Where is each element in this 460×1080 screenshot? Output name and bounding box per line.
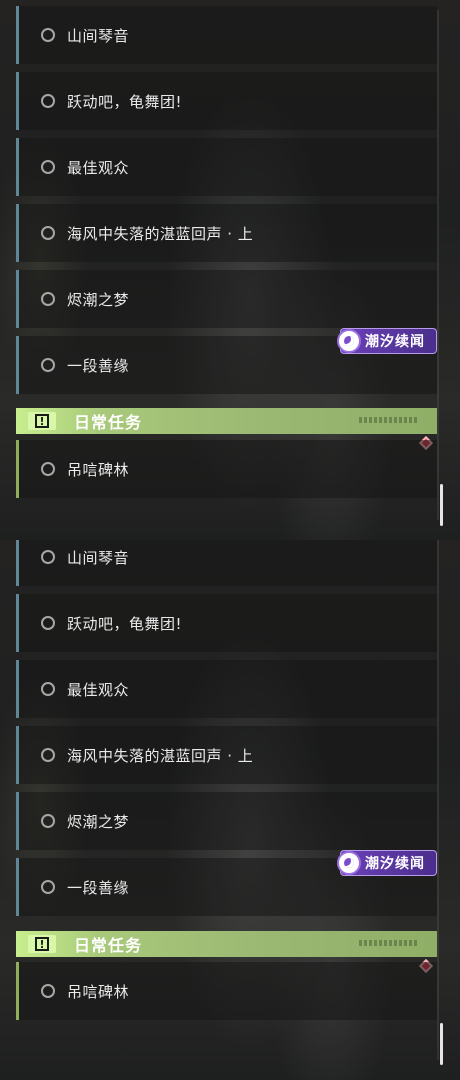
quest-label: 山间琴音 (67, 26, 130, 45)
event-badge-label: 潮汐续闻 (365, 856, 425, 872)
scrollbar-track[interactable] (437, 540, 439, 1060)
quest-item[interactable]: 山间琴音 (16, 6, 437, 64)
header-decoration (359, 417, 419, 423)
quest-item[interactable]: 跃动吧，龟舞团! (16, 594, 437, 652)
quest-status-icon (41, 616, 55, 630)
quest-label: 跃动吧，龟舞团! (67, 92, 183, 111)
section-title: 日常任务 (74, 936, 143, 955)
quest-status-icon (41, 160, 55, 174)
quest-label: 一段善缘 (67, 878, 130, 897)
daily-section-header: ! 日常任务 (16, 408, 437, 434)
quest-status-icon (41, 462, 55, 476)
quest-panel-bottom: 山间琴音 跃动吧，龟舞团! 最佳观众 海风中失落的湛蓝回声 · 上 烬潮之梦 一… (0, 540, 460, 1080)
event-badge-label: 潮汐续闻 (365, 334, 425, 350)
quest-status-icon (41, 358, 55, 372)
quest-status-icon (41, 682, 55, 696)
exclamation-icon: ! (28, 412, 56, 430)
section-title: 日常任务 (74, 413, 143, 432)
quest-item[interactable]: 最佳观众 (16, 138, 437, 196)
exclamation-icon: ! (28, 935, 56, 953)
scrollbar-thumb[interactable] (440, 1023, 443, 1065)
quest-status-icon (41, 292, 55, 306)
quest-item[interactable]: 烬潮之梦 (16, 792, 437, 850)
quest-label: 最佳观众 (67, 680, 130, 699)
quest-item[interactable]: 烬潮之梦 (16, 270, 437, 328)
quest-status-icon (41, 984, 55, 998)
quest-item[interactable]: 最佳观众 (16, 660, 437, 718)
quest-item[interactable]: 山间琴音 (16, 540, 437, 586)
quest-item[interactable]: 海风中失落的湛蓝回声 · 上 (16, 204, 437, 262)
daily-quest-item[interactable]: 吊唁碑林 (16, 962, 437, 1020)
quest-status-icon (41, 814, 55, 828)
quest-label: 一段善缘 (67, 356, 130, 375)
quest-status-icon (41, 880, 55, 894)
quest-label: 吊唁碑林 (67, 982, 130, 1001)
quest-status-icon (41, 94, 55, 108)
quest-item[interactable]: 跃动吧，龟舞团! (16, 72, 437, 130)
quest-status-icon (41, 748, 55, 762)
quest-panel-top: 山间琴音 跃动吧，龟舞团! 最佳观众 海风中失落的湛蓝回声 · 上 烬潮之梦 一… (0, 0, 460, 540)
scrollbar-thumb[interactable] (440, 484, 443, 526)
header-decoration (359, 940, 419, 946)
quest-status-icon (41, 28, 55, 42)
quest-label: 海风中失落的湛蓝回声 · 上 (67, 224, 254, 243)
tidal-logo-icon (337, 329, 361, 353)
quest-label: 烬潮之梦 (67, 812, 130, 831)
tidal-logo-icon (337, 851, 361, 875)
quest-label: 烬潮之梦 (67, 290, 130, 309)
scrollbar-track[interactable] (437, 10, 439, 520)
quest-label: 山间琴音 (67, 548, 130, 567)
daily-quest-item[interactable]: 吊唁碑林 (16, 440, 437, 498)
event-badge[interactable]: 潮汐续闻 (337, 328, 437, 354)
quest-label: 海风中失落的湛蓝回声 · 上 (67, 746, 254, 765)
quest-status-icon (41, 550, 55, 564)
quest-label: 跃动吧，龟舞团! (67, 614, 183, 633)
quest-label: 吊唁碑林 (67, 460, 130, 479)
quest-label: 最佳观众 (67, 158, 130, 177)
daily-section-header: ! 日常任务 (16, 931, 437, 957)
event-badge[interactable]: 潮汐续闻 (337, 850, 437, 876)
quest-item[interactable]: 海风中失落的湛蓝回声 · 上 (16, 726, 437, 784)
quest-status-icon (41, 226, 55, 240)
